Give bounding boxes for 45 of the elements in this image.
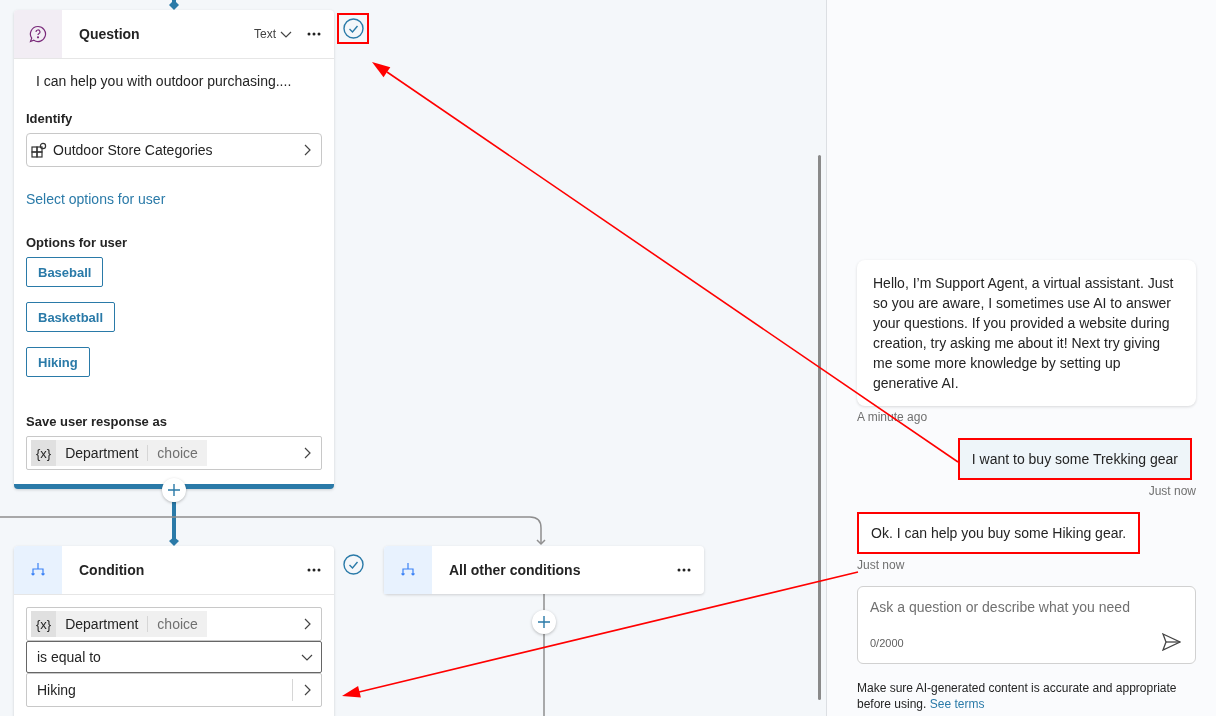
value-field[interactable]: Hiking	[26, 673, 322, 707]
question-message: I can help you with outdoor purchasing....	[36, 73, 293, 89]
question-bubble-icon	[29, 25, 47, 43]
option-button[interactable]: Hiking	[26, 347, 90, 377]
chat-input-field[interactable]: Ask a question or describe what you need	[870, 599, 1183, 615]
field-label: Identify	[26, 111, 74, 126]
node-title: Condition	[79, 562, 146, 578]
more-icon	[307, 32, 321, 36]
more-icon	[307, 568, 321, 572]
scrollbar[interactable]	[818, 155, 821, 700]
variable-type: choice	[156, 445, 199, 461]
more-icon	[677, 568, 691, 572]
plus-icon	[537, 615, 551, 629]
entity-field[interactable]: Outdoor Store Categories	[26, 133, 322, 167]
disclaimer-text: Make sure AI-generated content is accurate and appropriate before using. See terms	[857, 680, 1178, 712]
branch-icon	[400, 562, 416, 578]
terms-link[interactable]: See terms	[929, 697, 985, 711]
add-step-button[interactable]	[162, 478, 186, 502]
node-title: All other conditions	[449, 562, 582, 578]
add-step-button[interactable]	[532, 610, 556, 634]
variable-field[interactable]: {x} Department choice	[26, 607, 322, 641]
variable-type: choice	[156, 616, 199, 632]
field-label: Options for user	[26, 235, 129, 250]
grid-icon	[31, 142, 47, 158]
bot-message: Ok. I can help you buy some Hiking gear.	[857, 512, 1141, 554]
option-button[interactable]: Basketball	[26, 302, 116, 332]
variable-name: Department	[56, 616, 149, 632]
select-options-link[interactable]: Select options for user	[26, 191, 322, 207]
variable-field[interactable]: {x} Department choice	[26, 436, 322, 470]
variable-icon: {x}	[31, 611, 57, 637]
variable-icon: {x}	[31, 440, 57, 466]
message-time: Just now	[1148, 484, 1196, 498]
send-button[interactable]	[1161, 633, 1183, 653]
message-time: Just now	[857, 558, 905, 572]
bot-message: Hello, I’m Support Agent, a virtual assistant. Just so you are aware, I sometimes use AI to answer your questions. If you provided a website during creation, try asking me about it! Next try giving me some more knowledge by setting up generative AI.	[857, 260, 1196, 406]
user-message: I want to buy some Trekking gear	[957, 438, 1192, 480]
node-title: Question	[79, 26, 141, 42]
plus-icon	[167, 483, 181, 497]
branch-icon	[30, 562, 46, 578]
option-button[interactable]: Baseball	[26, 257, 104, 287]
mode-dropdown[interactable]: Text	[254, 27, 292, 41]
field-label: Save user response as	[26, 414, 168, 429]
char-counter: 0/2000	[870, 637, 904, 649]
operator-dropdown[interactable]: is equal to	[26, 641, 322, 673]
variable-name: Department	[56, 445, 149, 461]
